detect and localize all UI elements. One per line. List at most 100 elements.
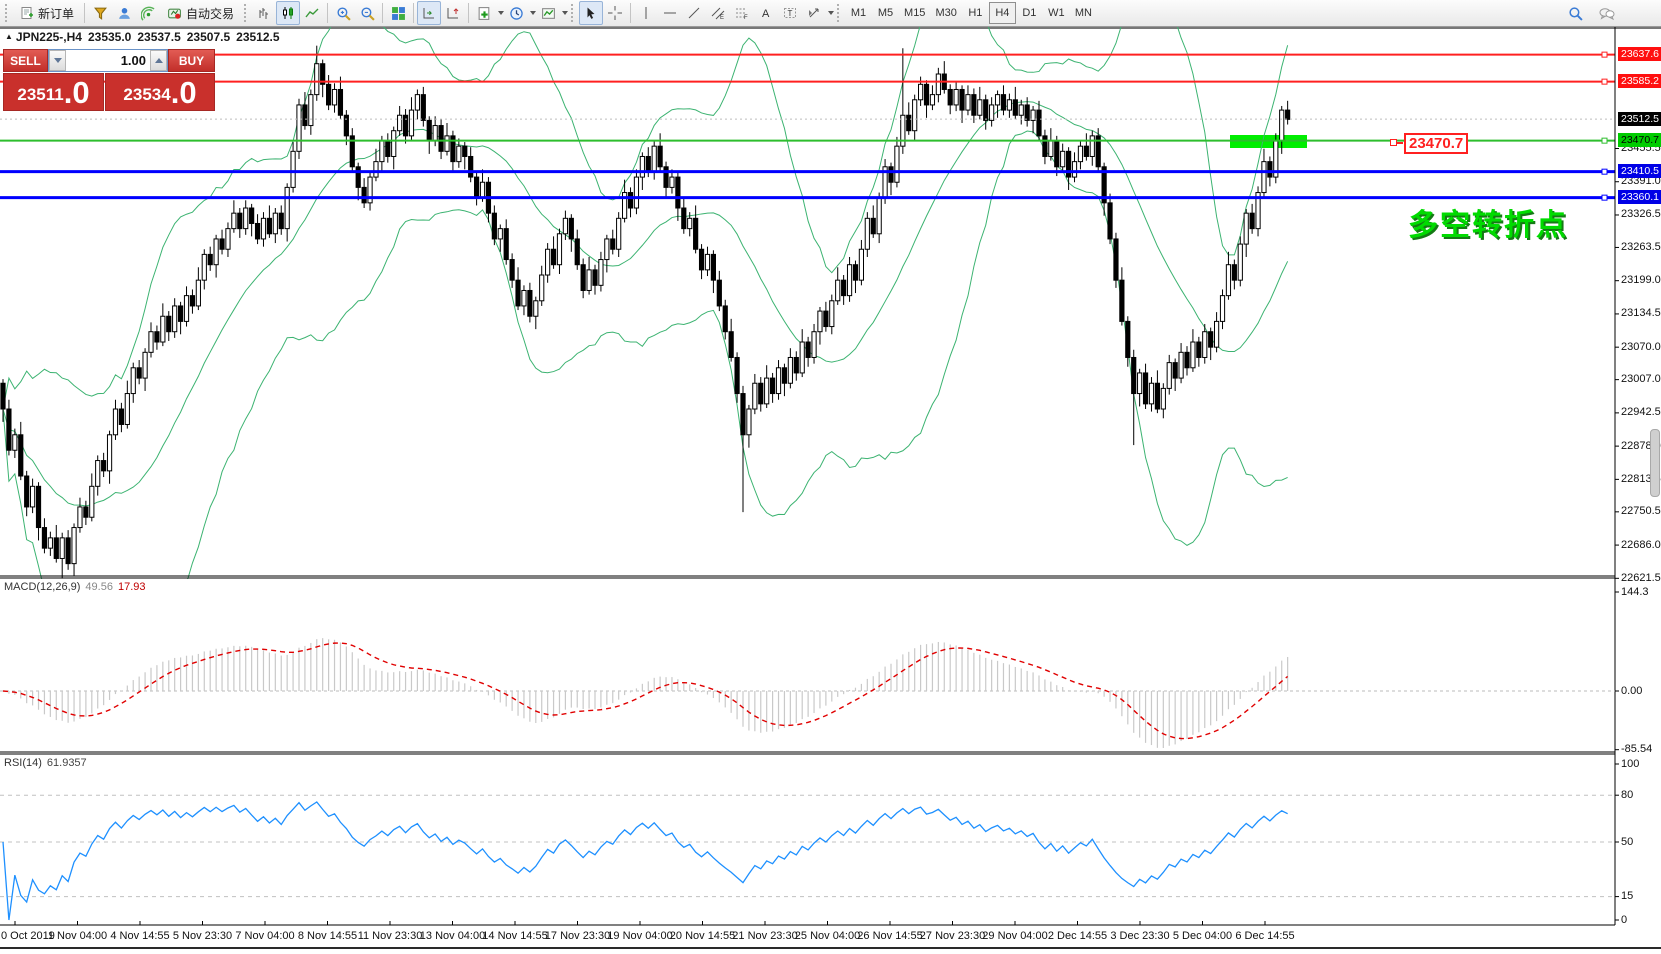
ohlc-low: 23507.5	[187, 30, 230, 44]
timeframe-d1-button[interactable]: D1	[1016, 2, 1043, 24]
volume-decrease-button[interactable]	[49, 50, 66, 71]
toolbar-drag-handle	[5, 4, 10, 22]
line-endpoint-handle[interactable]	[1602, 79, 1607, 84]
mql5-market-button[interactable]	[88, 1, 112, 25]
svg-text:T: T	[788, 9, 793, 18]
autotrading-icon	[167, 6, 182, 21]
new-order-label: 新订单	[38, 5, 74, 22]
svg-text:E: E	[720, 15, 724, 20]
line-endpoint-handle[interactable]	[1602, 169, 1607, 174]
line-chart-button[interactable]	[300, 1, 324, 25]
triangle-up-icon	[155, 58, 163, 63]
arrows-tool-button[interactable]	[802, 1, 826, 25]
trendline-tool-button[interactable]	[682, 1, 706, 25]
volume-input[interactable]	[66, 50, 150, 71]
line-endpoint-handle[interactable]	[1602, 52, 1607, 57]
symbol-direction-icon: ▲	[5, 32, 13, 41]
bar-chart-button[interactable]	[252, 1, 276, 25]
svg-text:A: A	[762, 8, 770, 20]
buy-price-main: 23534	[123, 82, 170, 108]
timeframe-h4-button[interactable]: H4	[989, 2, 1016, 24]
chart-shift-button[interactable]	[441, 1, 465, 25]
triangle-down-icon	[54, 58, 62, 63]
cn-annotation-text: 多空转折点	[1408, 200, 1568, 244]
auto-scroll-button[interactable]	[417, 1, 441, 25]
buy-price-display[interactable]: 23534.0	[105, 73, 215, 111]
timeframe-mn-button[interactable]: MN	[1070, 2, 1097, 24]
separator	[630, 3, 631, 23]
community-button[interactable]	[112, 1, 136, 25]
bollinger-middle-band	[3, 102, 1288, 506]
buy-button[interactable]: BUY	[168, 49, 215, 72]
funnel-icon	[93, 6, 108, 21]
candlestick-chart-icon	[281, 6, 295, 20]
cursor-button[interactable]	[579, 1, 603, 25]
tile-windows-button[interactable]	[386, 1, 410, 25]
timeframe-h1-button[interactable]: H1	[962, 2, 989, 24]
macd-signal-value: 17.93	[118, 581, 146, 593]
bar-chart-icon	[257, 6, 271, 20]
fibonacci-tool-button[interactable]: F	[730, 1, 754, 25]
timeframe-w1-button[interactable]: W1	[1043, 2, 1070, 24]
timeframe-m30-button[interactable]: M30	[930, 2, 961, 24]
separator	[84, 3, 85, 23]
horizontal-line-tool-button[interactable]	[658, 1, 682, 25]
new-order-button[interactable]: 新订单	[13, 1, 81, 25]
templates-button[interactable]	[536, 1, 560, 25]
timeframe-m5-button[interactable]: M5	[872, 2, 899, 24]
buy-price-fraction: .0	[171, 78, 197, 108]
price-callout-anchor	[1390, 139, 1397, 146]
periods-button[interactable]	[504, 1, 528, 25]
equidistant-channel-tool-button[interactable]: E	[706, 1, 730, 25]
auto-scroll-icon	[422, 6, 436, 20]
templates-dropdown-caret[interactable]	[562, 11, 568, 15]
line-endpoint-handle[interactable]	[1602, 195, 1607, 200]
text-icon: A	[759, 6, 773, 20]
rsi-line	[3, 802, 1288, 920]
search-button[interactable]	[1563, 1, 1587, 25]
candlestick-chart-button[interactable]	[276, 1, 300, 25]
signal-icon	[141, 6, 156, 21]
separator	[327, 3, 328, 23]
indicators-icon	[477, 6, 492, 21]
svg-text:F: F	[744, 15, 748, 20]
arrows-icon	[807, 6, 821, 20]
vertical-scrollbar-thumb[interactable]	[1650, 429, 1660, 497]
rsi-value: 61.9357	[47, 757, 87, 769]
label-tool-button[interactable]: T	[778, 1, 802, 25]
text-tool-button[interactable]: A	[754, 1, 778, 25]
macd-label-line: MACD(12,26,9) 49.56 17.93	[4, 581, 145, 593]
sell-button[interactable]: SELL	[3, 49, 48, 72]
macd-name: MACD(12,26,9)	[4, 581, 80, 593]
symbol-title: JPN225-,H4	[16, 30, 82, 44]
timeframe-m1-button[interactable]: M1	[845, 2, 872, 24]
arrows-dropdown-caret[interactable]	[828, 11, 834, 15]
sell-price-display[interactable]: 23511.0	[3, 73, 104, 111]
rsi-label-line: RSI(14) 61.9357	[4, 757, 87, 769]
vertical-line-icon	[639, 6, 653, 20]
signals-button[interactable]	[136, 1, 160, 25]
zoom-in-button[interactable]	[331, 1, 355, 25]
template-icon	[541, 6, 556, 21]
toolbar-drag-handle	[244, 4, 249, 22]
sell-price-main: 23511	[17, 82, 63, 108]
chart-shift-icon	[446, 6, 460, 20]
macd-value: 49.56	[85, 581, 113, 593]
chat-button[interactable]	[1595, 1, 1619, 25]
vertical-line-tool-button[interactable]	[634, 1, 658, 25]
crosshair-icon	[608, 6, 622, 20]
price-callout-box[interactable]: 23470.7	[1404, 133, 1468, 154]
separator	[468, 3, 469, 23]
one-click-trading-panel: SELL BUY 23511.0 23534.0	[3, 49, 215, 111]
autotrading-button[interactable]: 自动交易	[160, 1, 241, 25]
toolbar-drag-handle	[837, 4, 842, 22]
timeframe-m15-button[interactable]: M15	[899, 2, 930, 24]
volume-increase-button[interactable]	[150, 50, 167, 71]
crosshair-button[interactable]	[603, 1, 627, 25]
zoom-out-button[interactable]	[355, 1, 379, 25]
line-endpoint-handle[interactable]	[1602, 138, 1607, 143]
indicators-button[interactable]	[472, 1, 496, 25]
rsi-name: RSI(14)	[4, 757, 42, 769]
autotrading-label: 自动交易	[186, 5, 234, 22]
separator	[382, 3, 383, 23]
